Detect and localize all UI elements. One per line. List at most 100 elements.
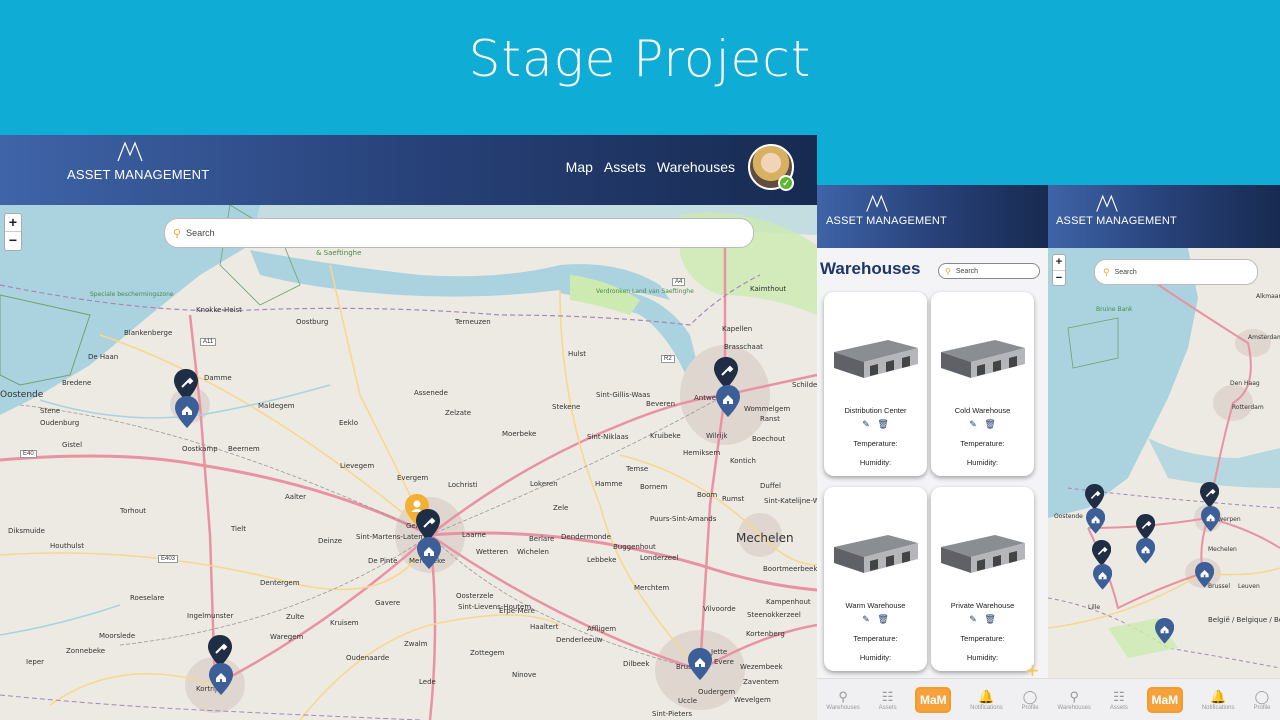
map-place-label: Lede [419,678,436,686]
map-place-label: Sint-Martens-Latem [356,533,426,541]
warehouse-search-input[interactable]: ⚲ Search [938,263,1040,279]
warehouse-pin-icon[interactable] [688,648,712,685]
map-place-label: Eeklo [339,419,359,427]
map-place-label: Jette [711,648,728,656]
edit-icon[interactable]: ✎ [862,614,870,624]
pin-icon: ⚲ [1069,688,1079,704]
map-place-label: Merchtem [634,584,670,592]
warehouse-pin-icon[interactable] [1195,562,1215,593]
map-place-label: Wezembeek [740,663,783,671]
zoom-control: + − [1052,254,1066,286]
mam-logo-icon[interactable]: MaM [1146,686,1183,713]
map-search-input[interactable]: ⚲ Search [164,218,754,248]
trash-icon[interactable]: 🗑 [984,419,995,429]
zoom-control: + − [4,213,22,251]
map-place-label: Ingelmunster [187,612,234,620]
map-place-label: Lille [1088,604,1101,611]
warehouse-pin-icon[interactable] [1155,618,1175,649]
map-place-label: Stene [40,407,61,415]
tab-notifications[interactable]: 🔔 Notifications [1202,689,1235,711]
map-place-label: Beernem [228,445,260,453]
map-place-label: Dendermonde [561,533,611,541]
tab-label: Warehouses [1057,704,1091,711]
main-map[interactable]: + − ⚲ Search Blankenberge Knokke-Heist Oos… [0,205,817,720]
zoom-in-button[interactable]: + [1053,255,1065,271]
warehouse-card[interactable]: Cold Warehouse ✎ 🗑 Temperature: Humidity… [931,292,1034,476]
humidity-label: Humidity: [966,458,999,467]
tab-notifications[interactable]: 🔔 Notifications [970,689,1003,711]
map-place-label: Bruine Bank [1096,306,1133,313]
edit-icon[interactable]: ✎ [862,419,870,429]
temperature-label: Temperature: [853,634,898,643]
map-place-label: Speciale beschermingszone [90,291,174,298]
map-place-label: Temse [626,465,649,473]
map-place-label: Knokke-Heist [196,306,242,314]
map-canvas [1048,248,1280,669]
map-place-label: Wichelen [517,548,549,556]
warehouse-pin-icon[interactable] [1086,508,1106,539]
map-place-label: Rotterdam [1232,404,1264,411]
trash-icon[interactable]: 🗑 [984,614,995,624]
warehouse-pin-icon[interactable] [209,663,233,700]
map-place-label: Londerzeel [640,554,679,562]
map-search-input[interactable]: ⚲ Search [1094,259,1258,285]
zoom-in-button[interactable]: + [5,214,21,232]
tab-mam[interactable]: MaM [1146,686,1183,713]
map-place-label: Haaltert [530,623,559,631]
map-place-label: Ranst [760,415,780,423]
map-place-label: Zaventem [743,678,779,686]
tab-label: Notifications [970,704,1003,711]
warehouse-pin-icon[interactable] [1093,564,1113,595]
edit-icon[interactable]: ✎ [969,419,977,429]
trash-icon[interactable]: 🗑 [877,419,888,429]
tab-profile[interactable]: ◯ Profile [1022,689,1039,711]
map-place-label: Evergem [397,474,429,482]
zoom-out-button[interactable]: − [1053,271,1065,286]
tab-warehouses[interactable]: ⚲ Warehouses [1057,689,1090,711]
map-place-label: Rumst [722,495,745,503]
warehouse-pin-icon[interactable] [175,396,199,433]
map-place-label: Blankenberge [124,329,173,337]
warehouse-pin-icon[interactable] [417,537,441,574]
search-icon: ⚲ [173,227,182,240]
nav-warehouses[interactable]: Warehouses [657,159,735,175]
warehouse-building-image [941,340,1025,378]
warehouse-pin-icon[interactable] [1136,538,1156,569]
nav-map[interactable]: Map [566,159,593,175]
map-place-label: Hamme [595,480,623,488]
brand-name: ASSET MANAGEMENT [1056,215,1177,227]
bell-icon: 🔔 [978,688,995,704]
trash-icon[interactable]: 🗑 [877,614,888,624]
tab-assets[interactable]: ☷ Assets [879,689,897,711]
map-place-label: Tielt [231,525,247,533]
map-place-label: Lochristi [448,481,478,489]
map-place-label: Gistel [62,441,83,449]
warehouse-pin-icon[interactable] [716,385,740,422]
edit-icon[interactable]: ✎ [969,614,977,624]
phone2-map[interactable]: + − ⚲ Search Alkmaar Amsterdam Den Haag Rot… [1048,248,1280,678]
map-place-label: Aalter [285,493,306,501]
warehouse-card[interactable]: Private Warehouse ✎ 🗑 Temperature: Humid… [931,487,1034,671]
road-shield-label: R2 [661,355,675,363]
map-place-label: Schilde [792,381,817,389]
map-place-label: Oosterzele [456,592,494,600]
warehouse-pin-icon[interactable] [1201,506,1221,537]
sparkle-icon: + [1026,658,1039,683]
mam-logo-icon[interactable]: MaM [915,686,952,713]
barcode-icon: ☷ [1113,688,1125,704]
map-place-label: Sint-Pieters [652,710,692,718]
tab-assets[interactable]: ☷ Assets [1110,689,1128,711]
map-place-label: Zwalm [404,640,428,648]
tab-mam[interactable]: MaM [915,686,952,713]
map-place-label: Moorslede [99,632,136,640]
map-place-label: Diksmuide [8,527,45,535]
tab-profile[interactable]: ◯ Profile [1253,689,1270,711]
warehouse-card[interactable]: Distribution Center ✎ 🗑 Temperature: Hum… [824,292,927,476]
map-place-label: Oostburg [296,318,329,326]
nav-assets[interactable]: Assets [604,159,646,175]
tab-warehouses[interactable]: ⚲ Warehouses [826,689,859,711]
map-place-label: Lebbeke [587,556,617,564]
warehouse-card[interactable]: Warm Warehouse ✎ 🗑 Temperature: Humidity… [824,487,927,671]
barcode-icon: ☷ [881,688,894,704]
zoom-out-button[interactable]: − [5,232,21,249]
